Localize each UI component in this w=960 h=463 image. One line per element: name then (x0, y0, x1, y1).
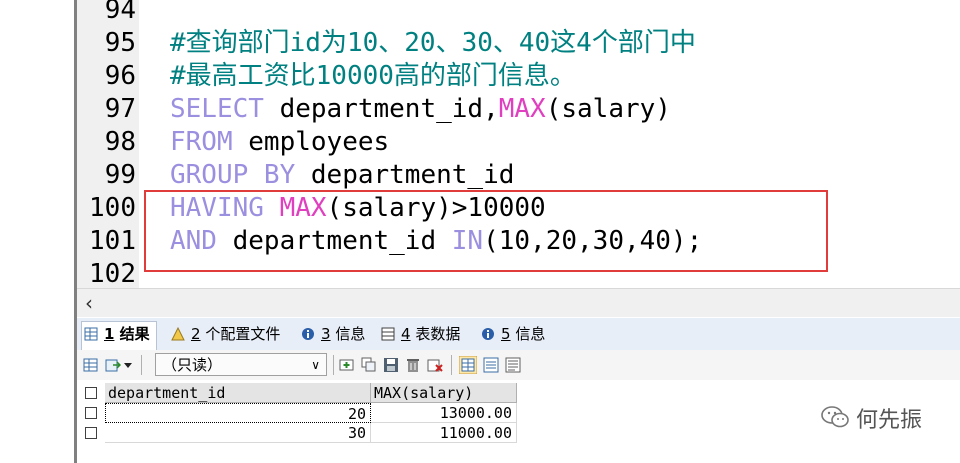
table-cell[interactable]: 11000.00 (371, 423, 517, 443)
sql-comment: #查询部门id为10、20、30、40这4个部门中 (170, 28, 696, 58)
select-all-checkbox[interactable] (85, 387, 97, 399)
column-header[interactable]: department_id (105, 383, 371, 403)
tab-number: 4 (401, 325, 411, 343)
line-number: 100 (89, 193, 136, 223)
line-number: 102 (89, 259, 136, 289)
tab-label: 信息 (510, 325, 546, 343)
code-text: department_id, (263, 94, 499, 124)
import-icon[interactable] (105, 357, 121, 373)
row-checkbox[interactable] (85, 427, 97, 439)
code-line: #最高工资比10000高的部门信息。 (170, 60, 576, 93)
tab-1[interactable]: 1 结果 (81, 321, 157, 351)
duplicate-row-icon[interactable] (361, 357, 377, 373)
sql-function: MAX (498, 94, 546, 124)
code-line: FROM employees (170, 126, 389, 159)
table-cell[interactable]: 13000.00 (371, 403, 517, 423)
export-grid-icon[interactable] (83, 357, 99, 373)
line-number: 95 (104, 28, 136, 58)
dropdown-arrow: ∨ (311, 358, 320, 372)
scroll-left-icon[interactable]: ‹ (85, 291, 93, 315)
profile-icon (171, 327, 185, 341)
sql-comment: #最高工资比10000高的部门信息。 (170, 61, 576, 91)
cancel-changes-icon[interactable] (427, 357, 443, 373)
info-icon (482, 328, 494, 340)
code-text: (salary) (545, 94, 671, 124)
tab-2[interactable]: 2 个配置文件 (169, 322, 280, 347)
tab-number: 1 (104, 325, 115, 343)
toolbar-divider (333, 355, 334, 375)
chevron-down-icon[interactable] (123, 357, 133, 373)
line-number: 99 (104, 160, 136, 190)
table-cell[interactable]: 30 (105, 423, 371, 443)
left-panel-edge (0, 0, 77, 463)
sql-keyword: FROM (170, 127, 233, 157)
results-toolbar: （只读） ∨ (77, 350, 960, 380)
form-view-icon[interactable] (483, 357, 499, 373)
tab-number: 3 (321, 325, 331, 343)
readonly-label: （只读） (162, 356, 223, 374)
highlight-annotation-box (144, 190, 828, 272)
grid-view-icon[interactable] (459, 356, 477, 374)
tab-4[interactable]: 4 表数据 (379, 322, 460, 347)
table-cell[interactable]: 20 (105, 403, 371, 423)
sql-keyword: SELECT (170, 94, 264, 124)
tab-label: 信息 (330, 325, 366, 343)
row-checkbox[interactable] (85, 407, 97, 419)
tab-number: 2 (191, 325, 201, 343)
toolbar-divider (141, 355, 142, 375)
wechat-icon (821, 406, 849, 428)
toolbar-divider (451, 355, 452, 375)
tab-label: 个配置文件 (200, 325, 281, 343)
code-line: GROUP BY department_id (170, 159, 514, 192)
tab-5[interactable]: 5 信息 (479, 322, 545, 347)
tab-label: 结果 (114, 325, 150, 343)
code-text: department_id (295, 160, 515, 190)
tab-number: 5 (501, 325, 511, 343)
tab-label: 表数据 (410, 325, 461, 343)
sql-keyword: GROUP BY (170, 160, 296, 190)
result-tabs-bar: 1 结果 2 个配置文件 3 信息 4 表数据 5 信息 (77, 318, 960, 351)
line-number: 98 (104, 127, 136, 157)
line-number: 97 (104, 94, 136, 124)
watermark-text: 何先振 (856, 408, 923, 433)
code-text: employees (232, 127, 390, 157)
readonly-select[interactable]: （只读） ∨ (155, 353, 327, 376)
table-data-icon (381, 327, 395, 341)
info-icon (302, 328, 314, 340)
delete-icon[interactable] (405, 357, 421, 373)
horizontal-scrollbar[interactable]: ‹ (77, 288, 960, 317)
line-number: 101 (89, 226, 136, 256)
code-line: #查询部门id为10、20、30、40这4个部门中 (170, 27, 696, 60)
add-row-icon[interactable] (339, 357, 355, 373)
line-number: 96 (104, 61, 136, 91)
column-header[interactable]: MAX(salary) (371, 383, 517, 403)
save-icon[interactable] (383, 357, 399, 373)
tab-3[interactable]: 3 信息 (299, 322, 365, 347)
results-grid-icon (84, 327, 98, 341)
line-number: 94 (104, 0, 136, 25)
code-line: SELECT department_id,MAX(salary) (170, 93, 671, 126)
text-view-icon[interactable] (505, 357, 521, 373)
